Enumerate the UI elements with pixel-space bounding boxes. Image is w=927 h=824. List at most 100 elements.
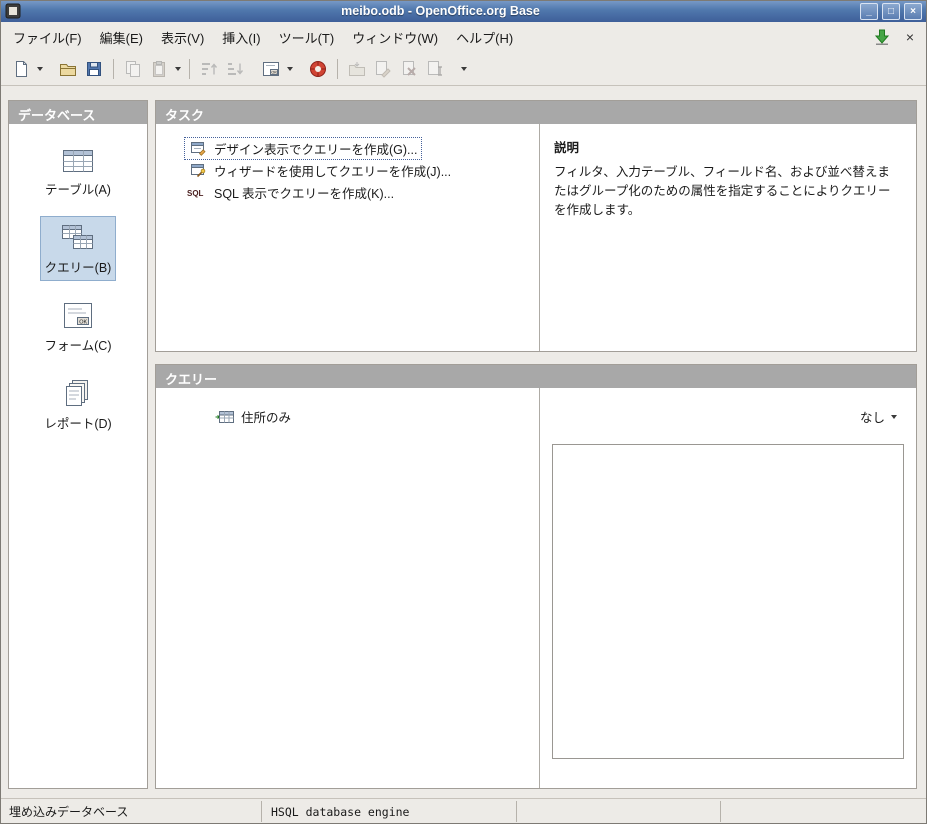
toolbar-separator <box>113 59 114 79</box>
window-icon[interactable] <box>5 3 21 19</box>
task-label: SQL 表示でクエリーを作成(K)... <box>214 183 394 202</box>
menu-help[interactable]: ヘルプ(H) <box>447 23 522 52</box>
open-object-button[interactable] <box>344 56 370 82</box>
maximize-button[interactable]: □ <box>882 3 900 20</box>
query-item-label: 住所のみ <box>241 407 291 426</box>
status-cell-empty <box>721 799 927 824</box>
status-database-engine: HSQL database engine <box>262 799 516 824</box>
tasks-panel: タスク デザイン表示でクエリーを作成(G)... <box>155 100 917 352</box>
queries-header: クエリー <box>156 365 916 388</box>
menu-file[interactable]: ファイル(F) <box>4 23 91 52</box>
queries-icon <box>60 223 96 253</box>
tables-icon <box>60 147 96 175</box>
document-preview-area <box>552 444 904 759</box>
sort-ascending-button[interactable] <box>196 56 222 82</box>
delete-button[interactable] <box>396 56 422 82</box>
task-create-query-design[interactable]: デザイン表示でクエリーを作成(G)... <box>184 137 539 159</box>
reports-icon <box>60 379 96 409</box>
task-label: デザイン表示でクエリーを作成(G)... <box>214 139 417 158</box>
sidebar-item-queries[interactable]: クエリー(B) <box>40 216 116 281</box>
task-description: 説明 フィルタ、入力テーブル、フィールド名、および並べ替えまたはグループ化のため… <box>540 124 916 351</box>
form-dropdown-arrow[interactable] <box>284 56 295 82</box>
sidebar-item-tables[interactable]: テーブル(A) <box>40 140 116 203</box>
sidebar-header: データベース <box>9 101 147 124</box>
forms-icon: OK <box>60 301 96 331</box>
rename-button[interactable] <box>422 56 448 82</box>
close-document-icon[interactable]: × <box>903 29 917 45</box>
chevron-down-icon <box>891 415 897 419</box>
close-button[interactable]: × <box>904 3 922 20</box>
update-notification-icon[interactable] <box>873 28 891 46</box>
new-database-button[interactable] <box>8 56 34 82</box>
description-title: 説明 <box>554 137 902 156</box>
menubar: ファイル(F) 編集(E) 表示(V) 挿入(I) ツール(T) ウィンドウ(W… <box>0 22 927 52</box>
edit-button[interactable] <box>370 56 396 82</box>
sidebar-item-label: クエリー(B) <box>45 257 112 276</box>
edit-icon <box>373 59 393 79</box>
save-button[interactable] <box>81 56 107 82</box>
help-button[interactable] <box>305 56 331 82</box>
task-label: ウィザードを使用してクエリーを作成(J)... <box>214 161 451 180</box>
sql-icon: SQL <box>187 186 209 198</box>
sidebar-item-forms[interactable]: OK フォーム(C) <box>40 294 116 359</box>
statusbar: 埋め込みデータベース HSQL database engine <box>0 798 927 824</box>
status-cell-empty <box>517 799 720 824</box>
menu-tools[interactable]: ツール(T) <box>270 23 344 52</box>
toolbar-separator <box>189 59 190 79</box>
new-database-icon <box>11 59 31 79</box>
task-create-query-wizard[interactable]: ウィザードを使用してクエリーを作成(J)... <box>184 159 539 181</box>
rename-icon <box>425 59 445 79</box>
sort-ascending-icon <box>199 59 219 79</box>
query-design-icon <box>187 140 209 156</box>
main-toolbar: OK <box>0 52 927 86</box>
query-object-icon <box>215 410 235 424</box>
toolbar-overflow-button[interactable] <box>458 56 469 82</box>
svg-text:OK: OK <box>271 69 277 74</box>
window-controls: _ □ × <box>860 3 922 20</box>
query-wizard-icon <box>187 162 209 178</box>
task-list: デザイン表示でクエリーを作成(G)... ウィザードを使用してクエリーを作成(J… <box>156 124 540 351</box>
delete-icon <box>399 59 419 79</box>
svg-text:SQL: SQL <box>187 189 204 198</box>
sidebar-body: テーブル(A) クエリー(B) OK フォーム(C) レポート(D) <box>9 124 147 788</box>
chevron-down-icon <box>461 67 467 71</box>
sidebar-item-label: テーブル(A) <box>45 179 111 198</box>
form-button[interactable]: OK <box>258 56 284 82</box>
chevron-down-icon <box>175 67 181 71</box>
sort-descending-button[interactable] <box>222 56 248 82</box>
sidebar-item-label: レポート(D) <box>44 413 111 432</box>
menu-window[interactable]: ウィンドウ(W) <box>343 23 447 52</box>
open-button[interactable] <box>55 56 81 82</box>
copy-button[interactable] <box>120 56 146 82</box>
menu-view[interactable]: 表示(V) <box>152 23 213 52</box>
chevron-down-icon <box>287 67 293 71</box>
paste-dropdown-arrow[interactable] <box>172 56 183 82</box>
query-item[interactable]: 住所のみ <box>212 406 294 427</box>
new-dropdown-arrow[interactable] <box>34 56 45 82</box>
menu-edit[interactable]: 編集(E) <box>91 23 152 52</box>
preview-mode-dropdown[interactable]: なし <box>855 404 902 429</box>
queries-panel: クエリー 住所のみ なし <box>155 364 917 789</box>
task-create-query-sql[interactable]: SQL SQL 表示でクエリーを作成(K)... <box>184 181 539 203</box>
content-column: タスク デザイン表示でクエリーを作成(G)... <box>155 100 917 789</box>
menu-insert[interactable]: 挿入(I) <box>213 23 269 52</box>
sidebar-item-reports[interactable]: レポート(D) <box>40 372 116 437</box>
paste-button[interactable] <box>146 56 172 82</box>
chevron-down-icon <box>37 67 43 71</box>
minimize-button[interactable]: _ <box>860 3 878 20</box>
form-icon: OK <box>261 59 281 79</box>
window-title: meibo.odb - OpenOffice.org Base <box>27 4 854 18</box>
sort-descending-icon <box>225 59 245 79</box>
copy-icon <box>123 59 143 79</box>
description-text: フィルタ、入力テーブル、フィールド名、および並べ替えまたはグループ化のための属性… <box>554 163 902 219</box>
tasks-header: タスク <box>156 101 916 124</box>
titlebar[interactable]: meibo.odb - OpenOffice.org Base _ □ × <box>0 0 927 22</box>
preview-mode-value: なし <box>860 407 885 426</box>
open-folder-icon <box>58 59 78 79</box>
application-window: meibo.odb - OpenOffice.org Base _ □ × ファ… <box>0 0 927 824</box>
help-icon <box>308 59 328 79</box>
save-icon <box>84 59 104 79</box>
open-object-icon <box>347 59 367 79</box>
database-sidebar: データベース テーブル(A) クエリー(B) OK フォーム(C) レポート(D… <box>8 100 148 789</box>
toolbar-separator <box>337 59 338 79</box>
